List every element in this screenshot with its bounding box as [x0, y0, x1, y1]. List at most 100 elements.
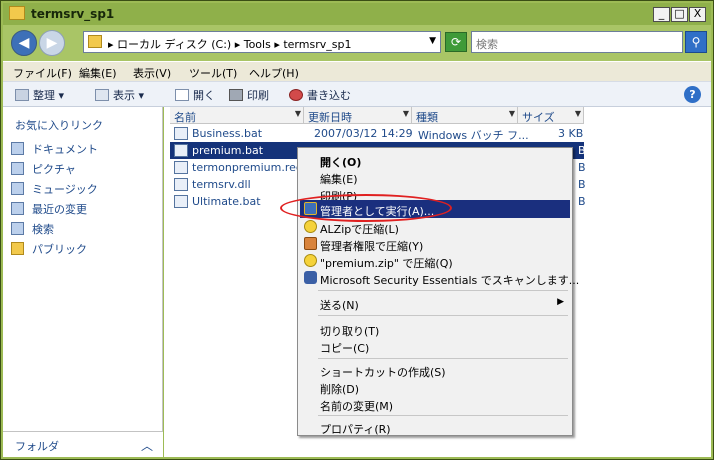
menu-file[interactable]: ファイル(F)	[13, 65, 72, 81]
menu-item-mse-scan[interactable]: Microsoft Security Essentials でスキャンします..…	[300, 269, 579, 287]
column-label: 種類	[416, 111, 438, 124]
title-bar[interactable]: termsrv_sp1 _ □ X	[3, 3, 711, 25]
open-button[interactable]: 開く	[175, 87, 215, 103]
documents-icon	[11, 142, 24, 155]
nav-item-label: ミュージック	[32, 183, 98, 196]
batch-file-icon	[174, 127, 188, 140]
menu-item-copy[interactable]: コピー(C)	[300, 337, 570, 355]
nav-item-pictures[interactable]: ピクチャ	[11, 161, 76, 177]
nav-item-label: パブリック	[32, 243, 87, 256]
folder-icon	[9, 6, 25, 20]
file-name: termsrv.dll	[192, 178, 251, 191]
organize-label: 整理	[33, 89, 55, 102]
address-bar-area: ◀ ▶ ▸ ローカル ディスク (C:) ▸ Tools ▸ termsrv_s…	[3, 25, 711, 61]
menu-item-delete[interactable]: 削除(D)	[300, 378, 570, 396]
column-name[interactable]: 名前 ▼	[170, 107, 304, 124]
menu-item-label: コピー(C)	[320, 342, 370, 355]
column-label: 更新日時	[308, 111, 352, 124]
menu-item-properties[interactable]: プロパティ(R)	[300, 418, 570, 436]
pictures-icon	[11, 162, 24, 175]
file-size: B	[578, 144, 586, 157]
refresh-button[interactable]: ⟳	[445, 32, 467, 52]
menu-item-create-shortcut[interactable]: ショートカットの作成(S)	[300, 361, 570, 379]
nav-item-documents[interactable]: ドキュメント	[11, 141, 98, 157]
printer-icon	[229, 89, 243, 101]
music-icon	[11, 182, 24, 195]
chevron-down-icon[interactable]: ▼	[429, 36, 436, 46]
maximize-button[interactable]: □	[671, 7, 688, 22]
menu-item-compress-zip[interactable]: "premium.zip" で圧縮(Q)	[300, 252, 570, 270]
search-folder-icon	[11, 222, 24, 235]
menu-help[interactable]: ヘルプ(H)	[249, 65, 299, 81]
nav-item-label: ドキュメント	[32, 143, 98, 156]
file-name: Ultimate.bat	[192, 195, 261, 208]
batch-file-icon	[174, 144, 188, 157]
menu-item-open[interactable]: 開く(O)	[300, 151, 570, 169]
file-type: Windows バッチ フ...	[418, 129, 529, 142]
alzip-icon	[304, 254, 317, 267]
organize-button[interactable]: 整理 ▾	[15, 87, 64, 103]
nav-item-public[interactable]: パブリック	[11, 241, 87, 257]
menu-item-label: 送る(N)	[320, 299, 359, 312]
menu-item-label: Microsoft Security Essentials でスキャンします..…	[320, 274, 580, 287]
menu-item-admin-compress[interactable]: 管理者権限で圧縮(Y)	[300, 235, 570, 253]
registry-file-icon	[174, 161, 188, 174]
security-essentials-icon	[304, 271, 317, 284]
nav-item-recent[interactable]: 最近の変更	[11, 201, 87, 217]
menu-item-rename[interactable]: 名前の変更(M)	[300, 395, 570, 413]
help-icon[interactable]: ?	[684, 86, 701, 103]
navigation-pane: お気に入りリンク ドキュメント ピクチャ ミュージック 最近の変更 検索 パブリ…	[3, 107, 163, 457]
menu-tools[interactable]: ツール(T)	[189, 65, 237, 81]
column-label: サイズ	[522, 111, 555, 124]
nav-item-music[interactable]: ミュージック	[11, 181, 98, 197]
back-button[interactable]: ◀	[11, 30, 37, 56]
folder-icon	[88, 35, 102, 48]
file-size: B	[578, 195, 586, 208]
menu-item-label: プロパティ(R)	[320, 423, 391, 436]
folder-icon	[11, 242, 24, 255]
menu-separator	[318, 358, 568, 359]
explorer-window: termsrv_sp1 _ □ X ◀ ▶ ▸ ローカル ディスク (C:) ▸…	[0, 0, 714, 460]
address-box[interactable]: ▸ ローカル ディスク (C:) ▸ Tools ▸ termsrv_sp1 ▼	[83, 31, 441, 53]
folders-toggle[interactable]: フォルダ ︿	[3, 431, 163, 457]
file-name: premium.bat	[192, 144, 264, 157]
view-icon	[95, 89, 109, 101]
burn-button[interactable]: 書き込む	[289, 87, 351, 103]
file-size: 3 KB	[558, 127, 584, 140]
menu-separator	[318, 290, 568, 291]
disc-icon	[289, 89, 303, 101]
nav-item-label: ピクチャ	[32, 163, 76, 176]
menu-item-edit[interactable]: 編集(E)	[300, 168, 570, 186]
search-input[interactable]: 検索	[471, 31, 683, 53]
menu-bar: ファイル(F) 編集(E) 表示(V) ツール(T) ヘルプ(H)	[3, 61, 711, 81]
menu-item-send-to[interactable]: 送る(N) ▶	[300, 294, 570, 312]
minimize-button[interactable]: _	[653, 7, 670, 22]
table-row[interactable]: Business.bat 2007/03/12 14:29 Windows バッ…	[170, 125, 584, 142]
print-button[interactable]: 印刷	[229, 87, 269, 103]
open-icon	[175, 89, 189, 101]
chevron-up-icon: ︿	[140, 439, 153, 453]
menu-view[interactable]: 表示(V)	[133, 65, 171, 81]
view-button[interactable]: 表示 ▾	[95, 87, 144, 103]
dll-file-icon	[174, 178, 188, 191]
window-title: termsrv_sp1	[31, 7, 115, 21]
column-type[interactable]: 種類 ▼	[412, 107, 518, 124]
forward-button[interactable]: ▶	[39, 30, 65, 56]
favorites-heading: お気に入りリンク	[15, 119, 103, 132]
alzip-icon	[304, 220, 317, 233]
close-button[interactable]: X	[689, 7, 706, 22]
nav-item-search[interactable]: 検索	[11, 221, 54, 237]
search-button[interactable]: ⚲	[685, 31, 707, 53]
file-date: 2007/03/12 14:29	[314, 127, 413, 140]
menu-edit[interactable]: 編集(E)	[79, 65, 117, 81]
recent-icon	[11, 202, 24, 215]
menu-separator	[318, 315, 568, 316]
menu-item-cut[interactable]: 切り取り(T)	[300, 320, 570, 338]
batch-file-icon	[174, 195, 188, 208]
print-label: 印刷	[247, 89, 269, 102]
column-size[interactable]: サイズ ▼	[518, 107, 584, 124]
column-label: 名前	[174, 111, 196, 124]
organize-icon	[15, 89, 29, 101]
file-size: B	[578, 161, 586, 174]
column-date[interactable]: 更新日時 ▼	[304, 107, 412, 124]
